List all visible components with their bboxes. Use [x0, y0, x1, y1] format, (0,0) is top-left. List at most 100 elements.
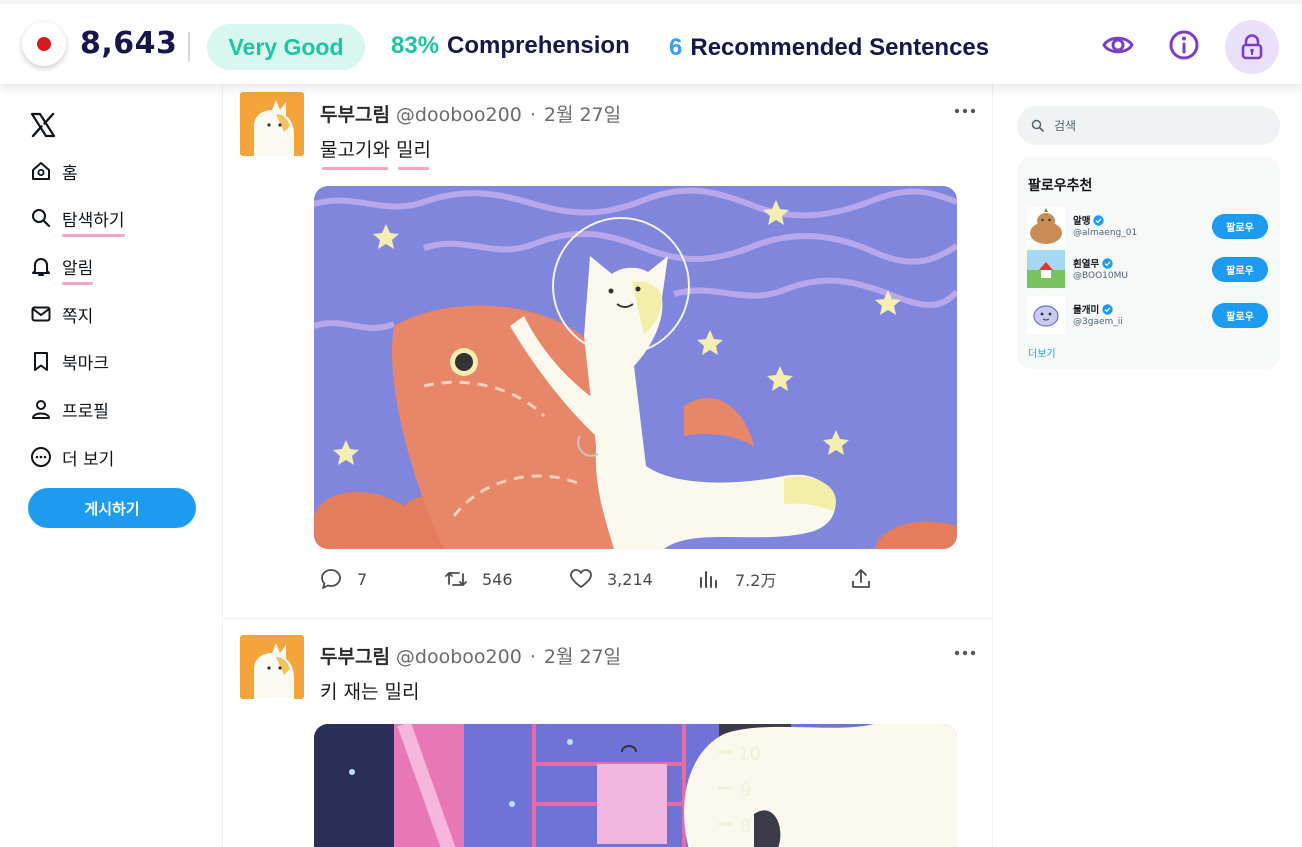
eye-icon[interactable]	[1101, 28, 1135, 62]
verified-badge-icon	[1093, 214, 1105, 226]
follow-button[interactable]: 팔로우	[1212, 214, 1268, 239]
info-icon[interactable]	[1167, 28, 1201, 62]
learning-toolbar: 8,643 Very Good 83% Comprehension 6 Recomm…	[0, 0, 1302, 84]
nav-profile[interactable]: 프로필	[30, 394, 109, 424]
separator-dot: ·	[529, 104, 536, 126]
nav-more-label: 더 보기	[62, 449, 115, 470]
comprehension-percent: 83%	[391, 32, 440, 59]
timeline-feed: 두부그림 @dooboo200 · 2월 27일 물고기와 밀리 7 546 3…	[222, 84, 993, 847]
x-logo-icon[interactable]	[30, 112, 56, 138]
reply-icon	[321, 569, 341, 589]
recommended-sentences[interactable]: 6 Recommended Sentences	[669, 34, 989, 62]
account-name-text[interactable]: 물개미	[1073, 302, 1099, 316]
retweet-count: 546	[482, 569, 513, 589]
avatar[interactable]	[1027, 207, 1065, 245]
nav-explore[interactable]: 탐색하기	[30, 203, 125, 237]
view-count: 7.2万	[735, 571, 777, 590]
nav-home[interactable]: 홈	[30, 156, 78, 186]
korea-flag-icon[interactable]	[22, 22, 66, 66]
ruler-mark-8: 8	[740, 816, 751, 837]
separator-dot: ·	[529, 646, 536, 668]
avatar[interactable]	[240, 635, 304, 699]
account-name-text[interactable]: 흰열무	[1073, 256, 1099, 270]
tweet-date[interactable]: 2월 27일	[544, 646, 621, 668]
verified-badge-icon	[1102, 257, 1113, 269]
avatar[interactable]	[1027, 296, 1065, 334]
nav-notifications[interactable]: 알림	[30, 251, 94, 285]
nav-more[interactable]: 더 보기	[30, 442, 114, 472]
avatar[interactable]	[240, 92, 304, 156]
bar-chart-icon	[700, 571, 717, 588]
more-options-icon[interactable]	[953, 644, 977, 656]
tweet[interactable]: 두부그림 @dooboo200 · 2월 27일 물고기와 밀리 7 546 3…	[223, 84, 992, 619]
author-handle[interactable]: @dooboo200	[396, 104, 522, 126]
tweet-text: 키 재는 밀리	[320, 681, 420, 703]
share-icon	[852, 569, 870, 588]
follow-button[interactable]: 팔로우	[1212, 257, 1268, 282]
comprehension-stat: 83% Comprehension	[391, 32, 630, 60]
score-count: 8,643	[80, 26, 178, 61]
post-button[interactable]: 게시하기	[28, 488, 196, 528]
tweet-image[interactable]: 10 9 8	[314, 724, 957, 847]
retweet-button[interactable]: 546	[444, 564, 513, 594]
ruler-mark-9: 9	[740, 780, 751, 801]
account-name-text[interactable]: 알맹	[1073, 213, 1090, 227]
tweet-image[interactable]	[314, 186, 957, 549]
share-button[interactable]	[849, 564, 873, 594]
nav-home-label: 홈	[62, 163, 78, 184]
avatar[interactable]	[1027, 250, 1065, 288]
author-handle[interactable]: @dooboo200	[396, 646, 522, 668]
recommended-label: Recommended Sentences	[690, 34, 990, 61]
follow-suggestion[interactable]: 물개미 @3gaem_ii 팔로우	[1027, 296, 1272, 334]
tweet-word[interactable]: 밀리	[396, 139, 431, 161]
like-button[interactable]: 3,214	[569, 564, 653, 594]
tweet[interactable]: 두부그림 @dooboo200 · 2월 27일 키 재는 밀리 10 9 8	[223, 619, 992, 847]
tweet-text: 물고기와 밀리	[320, 135, 431, 162]
profile-icon	[32, 400, 50, 419]
account-name: 흰열무	[1073, 256, 1113, 270]
reply-button[interactable]: 7	[319, 564, 367, 594]
more-circle-icon	[31, 447, 51, 467]
heart-icon	[570, 569, 592, 588]
retweet-icon	[445, 572, 467, 586]
views-button[interactable]: 7.2万	[697, 564, 776, 594]
mail-icon	[31, 306, 51, 322]
search-icon	[32, 209, 51, 228]
follow-suggestion[interactable]: 흰열무 @BOO10MU 팔로우	[1027, 250, 1272, 288]
recommended-count: 6	[669, 34, 683, 61]
account-handle: @3gaem_ii	[1073, 317, 1123, 327]
bell-icon	[32, 258, 50, 276]
search-box[interactable]	[1017, 106, 1280, 145]
tweet-word[interactable]: 물고기와	[320, 139, 390, 161]
lock-icon[interactable]	[1225, 20, 1279, 74]
follow-button[interactable]: 팔로우	[1212, 303, 1268, 328]
tweet-actions: 7 546 3,214 7.2万	[319, 564, 879, 594]
ruler-mark-10: 10	[738, 744, 761, 765]
comprehension-label: Comprehension	[447, 32, 630, 59]
nav-notifications-label: 알림	[62, 254, 94, 285]
nav-messages-label: 쪽지	[62, 306, 94, 327]
author-name[interactable]: 두부그림	[320, 104, 390, 126]
nav-bookmarks[interactable]: 북마크	[30, 346, 109, 376]
nav-bookmarks-label: 북마크	[62, 353, 109, 374]
tweet-header: 두부그림 @dooboo200 · 2월 27일	[320, 642, 621, 669]
show-more-link[interactable]: 더보기	[1028, 345, 1056, 360]
account-handle: @BOO10MU	[1073, 271, 1128, 281]
who-to-follow-panel: 팔로우추천 알맹 @almaeng_01 팔로우 흰열무 @BOO10MU 팔로…	[1017, 157, 1280, 369]
nav-profile-label: 프로필	[62, 401, 109, 422]
author-name[interactable]: 두부그림	[320, 646, 390, 668]
who-to-follow-title: 팔로우추천	[1028, 178, 1093, 194]
search-input[interactable]	[1054, 118, 1254, 133]
follow-suggestion[interactable]: 알맹 @almaeng_01 팔로우	[1027, 207, 1272, 245]
level-badge: Very Good	[207, 24, 365, 70]
verified-badge-icon	[1102, 303, 1113, 315]
flag-dot	[37, 37, 51, 51]
nav-messages[interactable]: 쪽지	[30, 299, 93, 329]
tweet-date[interactable]: 2월 27일	[544, 104, 621, 126]
account-handle: @almaeng_01	[1073, 228, 1138, 238]
more-options-icon[interactable]	[953, 102, 977, 114]
reply-count: 7	[357, 569, 368, 589]
account-name: 물개미	[1073, 302, 1113, 316]
nav-explore-label: 탐색하기	[62, 206, 125, 237]
divider	[188, 32, 190, 62]
